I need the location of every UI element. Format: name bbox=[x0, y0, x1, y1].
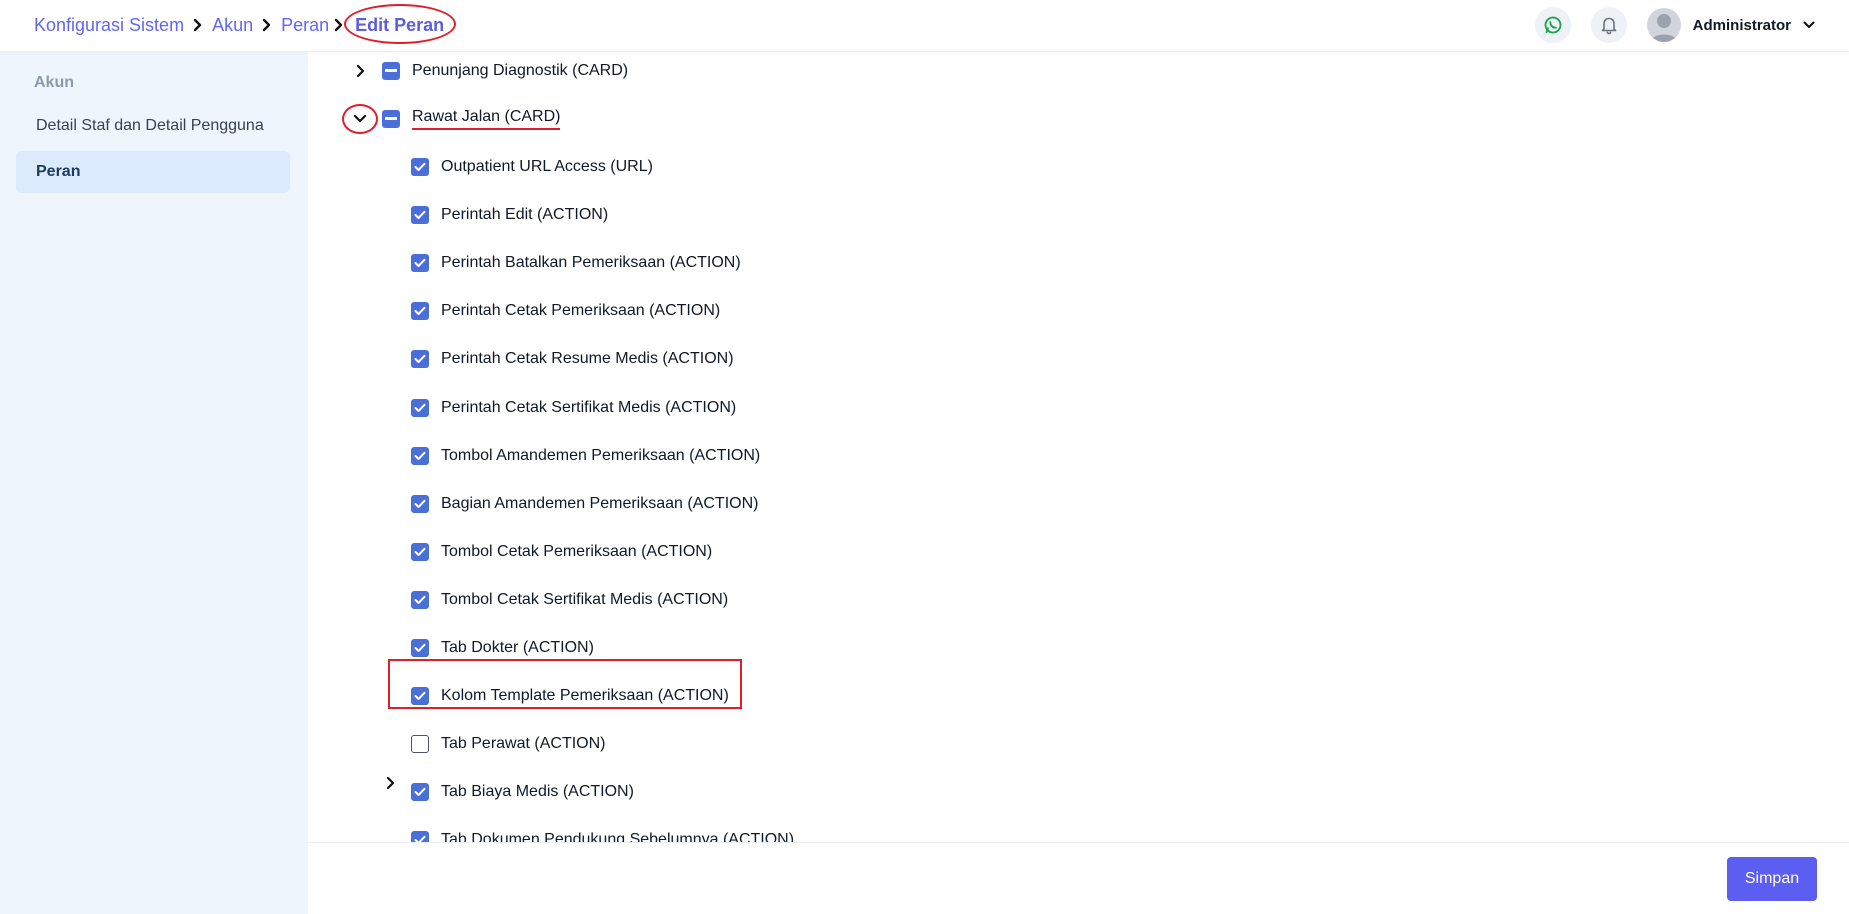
tree-child-label: Perintah Cetak Resume Medis (ACTION) bbox=[441, 350, 734, 367]
checkbox-checked[interactable] bbox=[411, 591, 429, 609]
tree-child-row: Tab Perawat (ACTION) bbox=[411, 729, 605, 759]
expand-chevron-right-icon[interactable] bbox=[351, 61, 371, 81]
tree-child-row: Perintah Cetak Pemeriksaan (ACTION) bbox=[411, 296, 720, 326]
tree-child-label: Bagian Amandemen Pemeriksaan (ACTION) bbox=[441, 495, 759, 512]
tree-child-label: Tab Dokumen Pendukung Sebelumnya (ACTION… bbox=[441, 831, 795, 842]
checkbox-checked[interactable] bbox=[411, 206, 429, 224]
checkbox-checked[interactable] bbox=[411, 543, 429, 561]
tree-parent-row: Penunjang Diagnostik (CARD) bbox=[382, 56, 628, 86]
footer-bar: Simpan bbox=[308, 842, 1849, 914]
chevron-right-icon bbox=[184, 18, 212, 32]
sidebar: Akun Detail Staf dan Detail Pengguna Per… bbox=[0, 52, 308, 914]
tree-child-label: Tab Biaya Medis (ACTION) bbox=[441, 783, 634, 800]
checkbox-checked[interactable] bbox=[411, 399, 429, 417]
collapse-chevron-down-icon[interactable] bbox=[350, 109, 370, 129]
tree-child-row: Outpatient URL Access (URL) bbox=[411, 152, 653, 182]
expand-chevron-right-icon[interactable] bbox=[381, 773, 401, 793]
chevron-right-icon bbox=[329, 18, 349, 32]
tree-child-row: Perintah Cetak Resume Medis (ACTION) bbox=[411, 344, 734, 374]
checkbox-indeterminate[interactable] bbox=[382, 62, 400, 80]
sidebar-item-detail-staf[interactable]: Detail Staf dan Detail Pengguna bbox=[16, 105, 290, 147]
user-name[interactable]: Administrator bbox=[1693, 17, 1791, 34]
tree-child-label: Perintah Edit (ACTION) bbox=[441, 206, 609, 223]
whatsapp-icon[interactable] bbox=[1534, 7, 1571, 43]
tree-child-label: Perintah Cetak Pemeriksaan (ACTION) bbox=[441, 302, 721, 319]
checkbox-checked[interactable] bbox=[411, 447, 429, 465]
tree-child-row: Tombol Cetak Sertifikat Medis (ACTION) bbox=[411, 585, 728, 615]
breadcrumb-current: Edit Peran bbox=[355, 14, 445, 35]
sidebar-section-title: Akun bbox=[34, 74, 74, 91]
checkbox-checked[interactable] bbox=[411, 158, 429, 176]
checkbox-checked[interactable] bbox=[411, 350, 429, 368]
chevron-right-icon bbox=[253, 18, 281, 32]
breadcrumb-item-peran[interactable]: Peran bbox=[281, 15, 329, 36]
tree-parent-label: Rawat Jalan (CARD) bbox=[412, 108, 561, 130]
tree-child-row: Perintah Cetak Sertifikat Medis (ACTION) bbox=[411, 393, 736, 423]
breadcrumb-item-konfigurasi[interactable]: Konfigurasi Sistem bbox=[34, 15, 184, 36]
tree-child-row: Tab Dokter (ACTION) bbox=[411, 633, 594, 663]
tree-child-row: Tombol Cetak Pemeriksaan (ACTION) bbox=[411, 537, 712, 567]
chevron-down-icon[interactable] bbox=[1803, 21, 1815, 29]
sidebar-item-peran[interactable]: Peran bbox=[16, 151, 290, 193]
checkbox-indeterminate[interactable] bbox=[382, 110, 400, 128]
tree-child-label: Tab Dokter (ACTION) bbox=[441, 639, 594, 656]
tree-parent-row: Rawat Jalan (CARD) bbox=[382, 104, 561, 134]
tree-child-label: Tombol Amandemen Pemeriksaan (ACTION) bbox=[441, 447, 761, 464]
checkbox-checked[interactable] bbox=[411, 302, 429, 320]
tree-child-row: Kolom Template Pemeriksaan (ACTION) bbox=[411, 681, 729, 711]
avatar[interactable] bbox=[1646, 8, 1681, 42]
tree-child-label: Tombol Cetak Pemeriksaan (ACTION) bbox=[441, 543, 713, 560]
checkbox-checked[interactable] bbox=[411, 783, 429, 801]
checkbox-checked[interactable] bbox=[411, 639, 429, 657]
tree-child-label: Tab Perawat (ACTION) bbox=[441, 735, 606, 752]
breadcrumb: Konfigurasi Sistem Akun Peran Edit Peran bbox=[34, 0, 450, 50]
tree-child-row: Perintah Batalkan Pemeriksaan (ACTION) bbox=[411, 248, 741, 278]
tree-child-row: Tab Biaya Medis (ACTION) bbox=[411, 777, 634, 807]
tree-child-row: Perintah Edit (ACTION) bbox=[411, 200, 608, 230]
checkbox-unchecked[interactable] bbox=[411, 735, 429, 753]
tree-parent-label: Penunjang Diagnostik (CARD) bbox=[412, 62, 629, 79]
tree-child-label: Outpatient URL Access (URL) bbox=[441, 158, 653, 175]
checkbox-checked[interactable] bbox=[411, 254, 429, 272]
top-header: Konfigurasi Sistem Akun Peran Edit Peran bbox=[0, 0, 1849, 52]
tree-child-label: Tombol Cetak Sertifikat Medis (ACTION) bbox=[441, 591, 729, 608]
save-button[interactable]: Simpan bbox=[1727, 857, 1817, 901]
permission-tree: Penunjang Diagnostik (CARD) Rawat Jalan … bbox=[308, 52, 1849, 842]
tree-child-label: Perintah Batalkan Pemeriksaan (ACTION) bbox=[441, 254, 741, 271]
checkbox-checked[interactable] bbox=[411, 687, 429, 705]
checkbox-checked[interactable] bbox=[411, 831, 429, 842]
breadcrumb-item-akun[interactable]: Akun bbox=[212, 15, 253, 36]
tree-child-row: Bagian Amandemen Pemeriksaan (ACTION) bbox=[411, 489, 758, 519]
bell-icon[interactable] bbox=[1590, 7, 1627, 43]
tree-child-row: Tombol Amandemen Pemeriksaan (ACTION) bbox=[411, 441, 760, 471]
tree-child-label: Perintah Cetak Sertifikat Medis (ACTION) bbox=[441, 399, 737, 416]
tree-child-label: Kolom Template Pemeriksaan (ACTION) bbox=[441, 687, 729, 704]
checkbox-checked[interactable] bbox=[411, 495, 429, 513]
header-actions: Administrator bbox=[1534, 0, 1849, 50]
tree-child-row: Tab Dokumen Pendukung Sebelumnya (ACTION… bbox=[411, 825, 794, 842]
